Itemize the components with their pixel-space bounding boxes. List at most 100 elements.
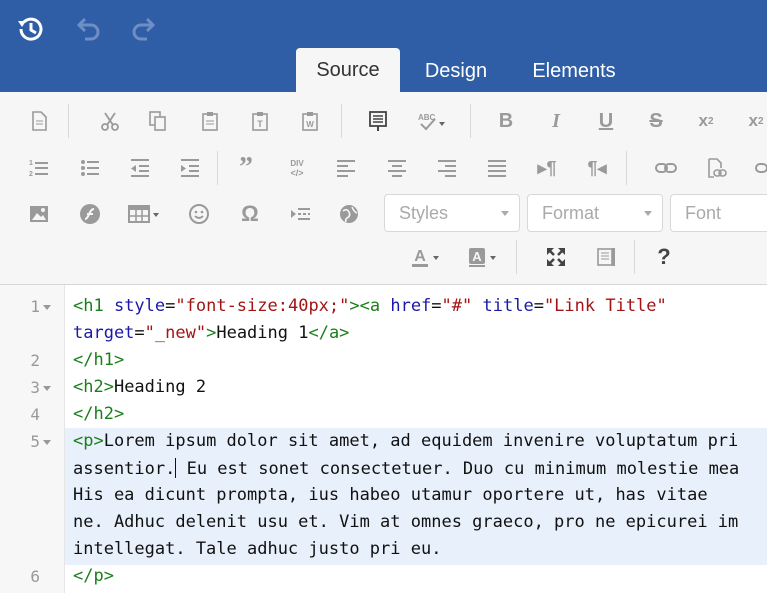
code-attr: href (380, 296, 432, 316)
superscript-icon[interactable]: x2 (742, 107, 767, 135)
svg-text:W: W (306, 120, 314, 129)
line-number: 2 (30, 351, 40, 370)
code-line: <h2>Heading 2 (73, 377, 206, 397)
background-color-icon[interactable]: A (465, 243, 501, 271)
undo-icon[interactable] (70, 12, 104, 46)
line-number: 5 (30, 432, 40, 451)
align-left-icon[interactable] (332, 154, 360, 182)
italic-icon[interactable]: I (542, 107, 570, 135)
paste-text-icon[interactable]: T (246, 107, 274, 135)
svg-text:2: 2 (29, 171, 33, 178)
chevron-down-icon (644, 211, 652, 216)
show-blocks-icon[interactable] (592, 243, 620, 271)
text-direction-ltr-icon[interactable]: ▸¶ (533, 154, 561, 182)
history-icon[interactable] (14, 12, 48, 46)
page-break-icon[interactable] (286, 200, 314, 228)
format-select[interactable]: Format (527, 194, 663, 232)
code-tag: <h1 (73, 296, 104, 316)
code-line: <p>Lorem ipsum dolor sit amet, ad equide… (73, 431, 738, 451)
paste-word-icon[interactable]: W (296, 107, 324, 135)
code-text: intellegat. Tale adhuc justo pri eu. (73, 539, 442, 559)
code-tag: </a> (308, 323, 350, 343)
code-line: </p> (73, 566, 114, 586)
toolbar-separator (341, 104, 342, 138)
strikethrough-icon[interactable]: S (642, 107, 670, 135)
line-number: 6 (30, 567, 40, 586)
bulleted-list-icon[interactable] (76, 154, 104, 182)
special-char-icon[interactable]: Ω (236, 200, 264, 228)
code-tag: <h2> (73, 377, 114, 397)
tab-source[interactable]: Source (296, 48, 400, 92)
code-line: intellegat. Tale adhuc justo pri eu. (73, 539, 441, 559)
decrease-indent-icon[interactable] (126, 154, 154, 182)
code-text: Eu est sonet consectetuer. Duo cu minimu… (176, 459, 740, 479)
code-attr: style (103, 296, 166, 316)
new-page-icon[interactable] (25, 107, 53, 135)
text-direction-rtl-icon[interactable]: ¶◂ (583, 154, 611, 182)
table-icon[interactable] (126, 200, 162, 228)
chevron-down-icon (501, 211, 509, 216)
svg-text:A: A (414, 248, 426, 265)
code-attr: target (73, 323, 135, 343)
templates-icon[interactable] (364, 107, 392, 135)
code-text: Lorem ipsum dolor sit amet, ad equidem i… (103, 431, 739, 451)
code-tag: ><a (349, 296, 381, 316)
fold-arrow-icon[interactable] (43, 386, 51, 391)
code-string: "#" (441, 296, 473, 316)
tab-elements[interactable]: Elements (516, 50, 632, 92)
toolbar-separator (470, 104, 471, 138)
anchor-icon[interactable] (702, 154, 730, 182)
help-icon[interactable]: ? (650, 243, 678, 271)
smiley-icon[interactable] (185, 200, 213, 228)
code-eq: = (134, 323, 145, 343)
toolbar-separator (68, 104, 69, 138)
fold-arrow-icon[interactable] (43, 440, 51, 445)
code-text: Heading 2 (113, 377, 207, 397)
fold-arrow-icon[interactable] (43, 305, 51, 310)
redo-icon[interactable] (128, 12, 162, 46)
code-line: <h1 style="font-size:40px;"><a href="#" … (73, 296, 667, 316)
unlink-icon[interactable] (752, 154, 767, 182)
cut-icon[interactable] (96, 107, 124, 135)
code-tag: </h1> (73, 350, 125, 370)
tab-design[interactable]: Design (408, 50, 504, 92)
top-bar: Source Design Elements (0, 0, 767, 92)
align-center-icon[interactable] (383, 154, 411, 182)
code-string: "Link Title" (543, 296, 667, 316)
div-container-icon[interactable]: DIV </> (283, 154, 311, 182)
line-number: 3 (30, 378, 40, 397)
numbered-list-icon[interactable]: 12 (25, 154, 53, 182)
code-line: target="_new">Heading 1</a> (73, 323, 349, 343)
flash-icon[interactable] (76, 200, 104, 228)
font-select[interactable]: Font (670, 194, 767, 232)
code-line: </h1> (73, 350, 124, 370)
code-string: "font-size:40px;" (175, 296, 350, 316)
code-text: Heading 1 (216, 323, 309, 343)
align-right-icon[interactable] (433, 154, 461, 182)
source-code-editor[interactable]: 1 2 3 4 5 6 <h1 style="font-size:40px;">… (0, 285, 767, 593)
increase-indent-icon[interactable] (176, 154, 204, 182)
code-eq: = (165, 296, 176, 316)
code-tag: > (206, 323, 217, 343)
iframe-icon[interactable] (335, 200, 363, 228)
text-color-icon[interactable]: A (408, 243, 444, 271)
maximize-icon[interactable] (542, 243, 570, 271)
image-icon[interactable] (25, 200, 53, 228)
copy-icon[interactable] (144, 107, 172, 135)
bold-icon[interactable]: B (492, 107, 520, 135)
svg-text:</>: </> (290, 168, 303, 178)
link-icon[interactable] (652, 154, 680, 182)
code-eq: = (431, 296, 442, 316)
justify-icon[interactable] (483, 154, 511, 182)
code-text: assentior. (73, 459, 176, 479)
line-number: 1 (30, 297, 40, 316)
toolbar-separator (626, 151, 627, 185)
spellcheck-icon[interactable]: ABC (414, 107, 450, 135)
paste-icon[interactable] (196, 107, 224, 135)
code-line: ne. Adhuc delenit usu et. Vim at omnes g… (73, 512, 738, 532)
subscript-icon[interactable]: x2 (692, 107, 720, 135)
underline-icon[interactable]: U (592, 107, 620, 135)
styles-select[interactable]: Styles (384, 194, 520, 232)
blockquote-icon[interactable]: ” (232, 152, 260, 183)
toolbar-separator (634, 240, 635, 274)
